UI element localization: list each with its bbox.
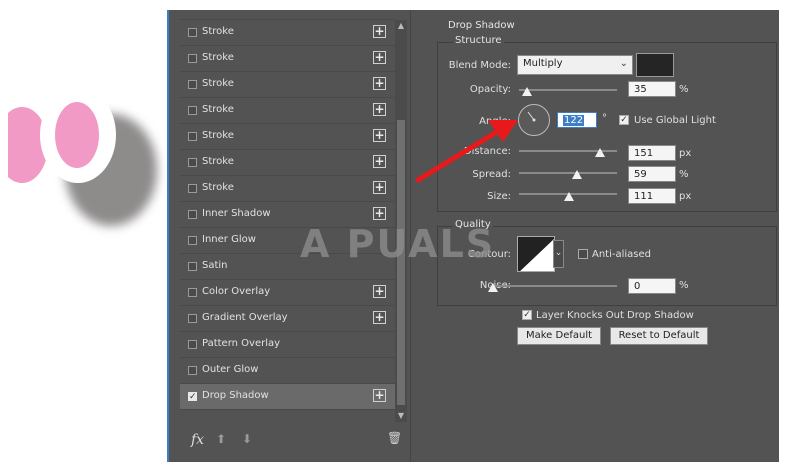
annotation-arrow	[415, 120, 518, 183]
